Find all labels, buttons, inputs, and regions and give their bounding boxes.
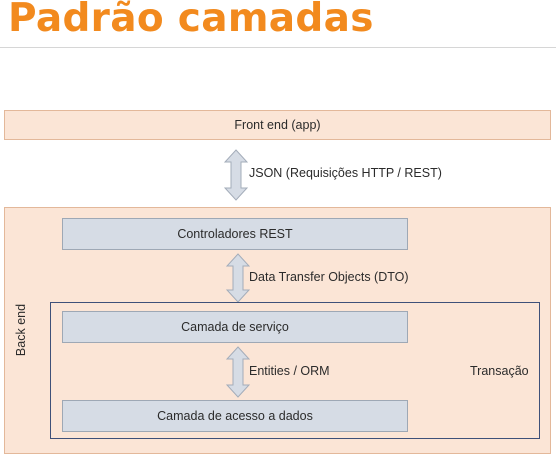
frontend-label: Front end (app) bbox=[234, 118, 321, 132]
page-title: Padrão camadas bbox=[8, 0, 374, 41]
dto-label: Data Transfer Objects (DTO) bbox=[249, 270, 409, 284]
dto-double-arrow-icon bbox=[226, 253, 250, 303]
transaction-label: Transação bbox=[470, 364, 529, 378]
frontend-box: Front end (app) bbox=[4, 110, 551, 140]
service-layer-box: Camada de serviço bbox=[62, 311, 408, 343]
controllers-label: Controladores REST bbox=[177, 227, 293, 241]
controllers-box: Controladores REST bbox=[62, 218, 408, 250]
service-layer-label: Camada de serviço bbox=[181, 320, 289, 334]
json-double-arrow-icon bbox=[224, 149, 248, 201]
title-divider bbox=[0, 47, 556, 48]
json-label: JSON (Requisições HTTP / REST) bbox=[249, 166, 442, 180]
data-access-layer-label: Camada de acesso a dados bbox=[157, 409, 313, 423]
entities-label: Entities / ORM bbox=[249, 364, 330, 378]
backend-label: Back end bbox=[14, 303, 28, 357]
entities-double-arrow-icon bbox=[226, 346, 250, 398]
data-access-layer-box: Camada de acesso a dados bbox=[62, 400, 408, 432]
